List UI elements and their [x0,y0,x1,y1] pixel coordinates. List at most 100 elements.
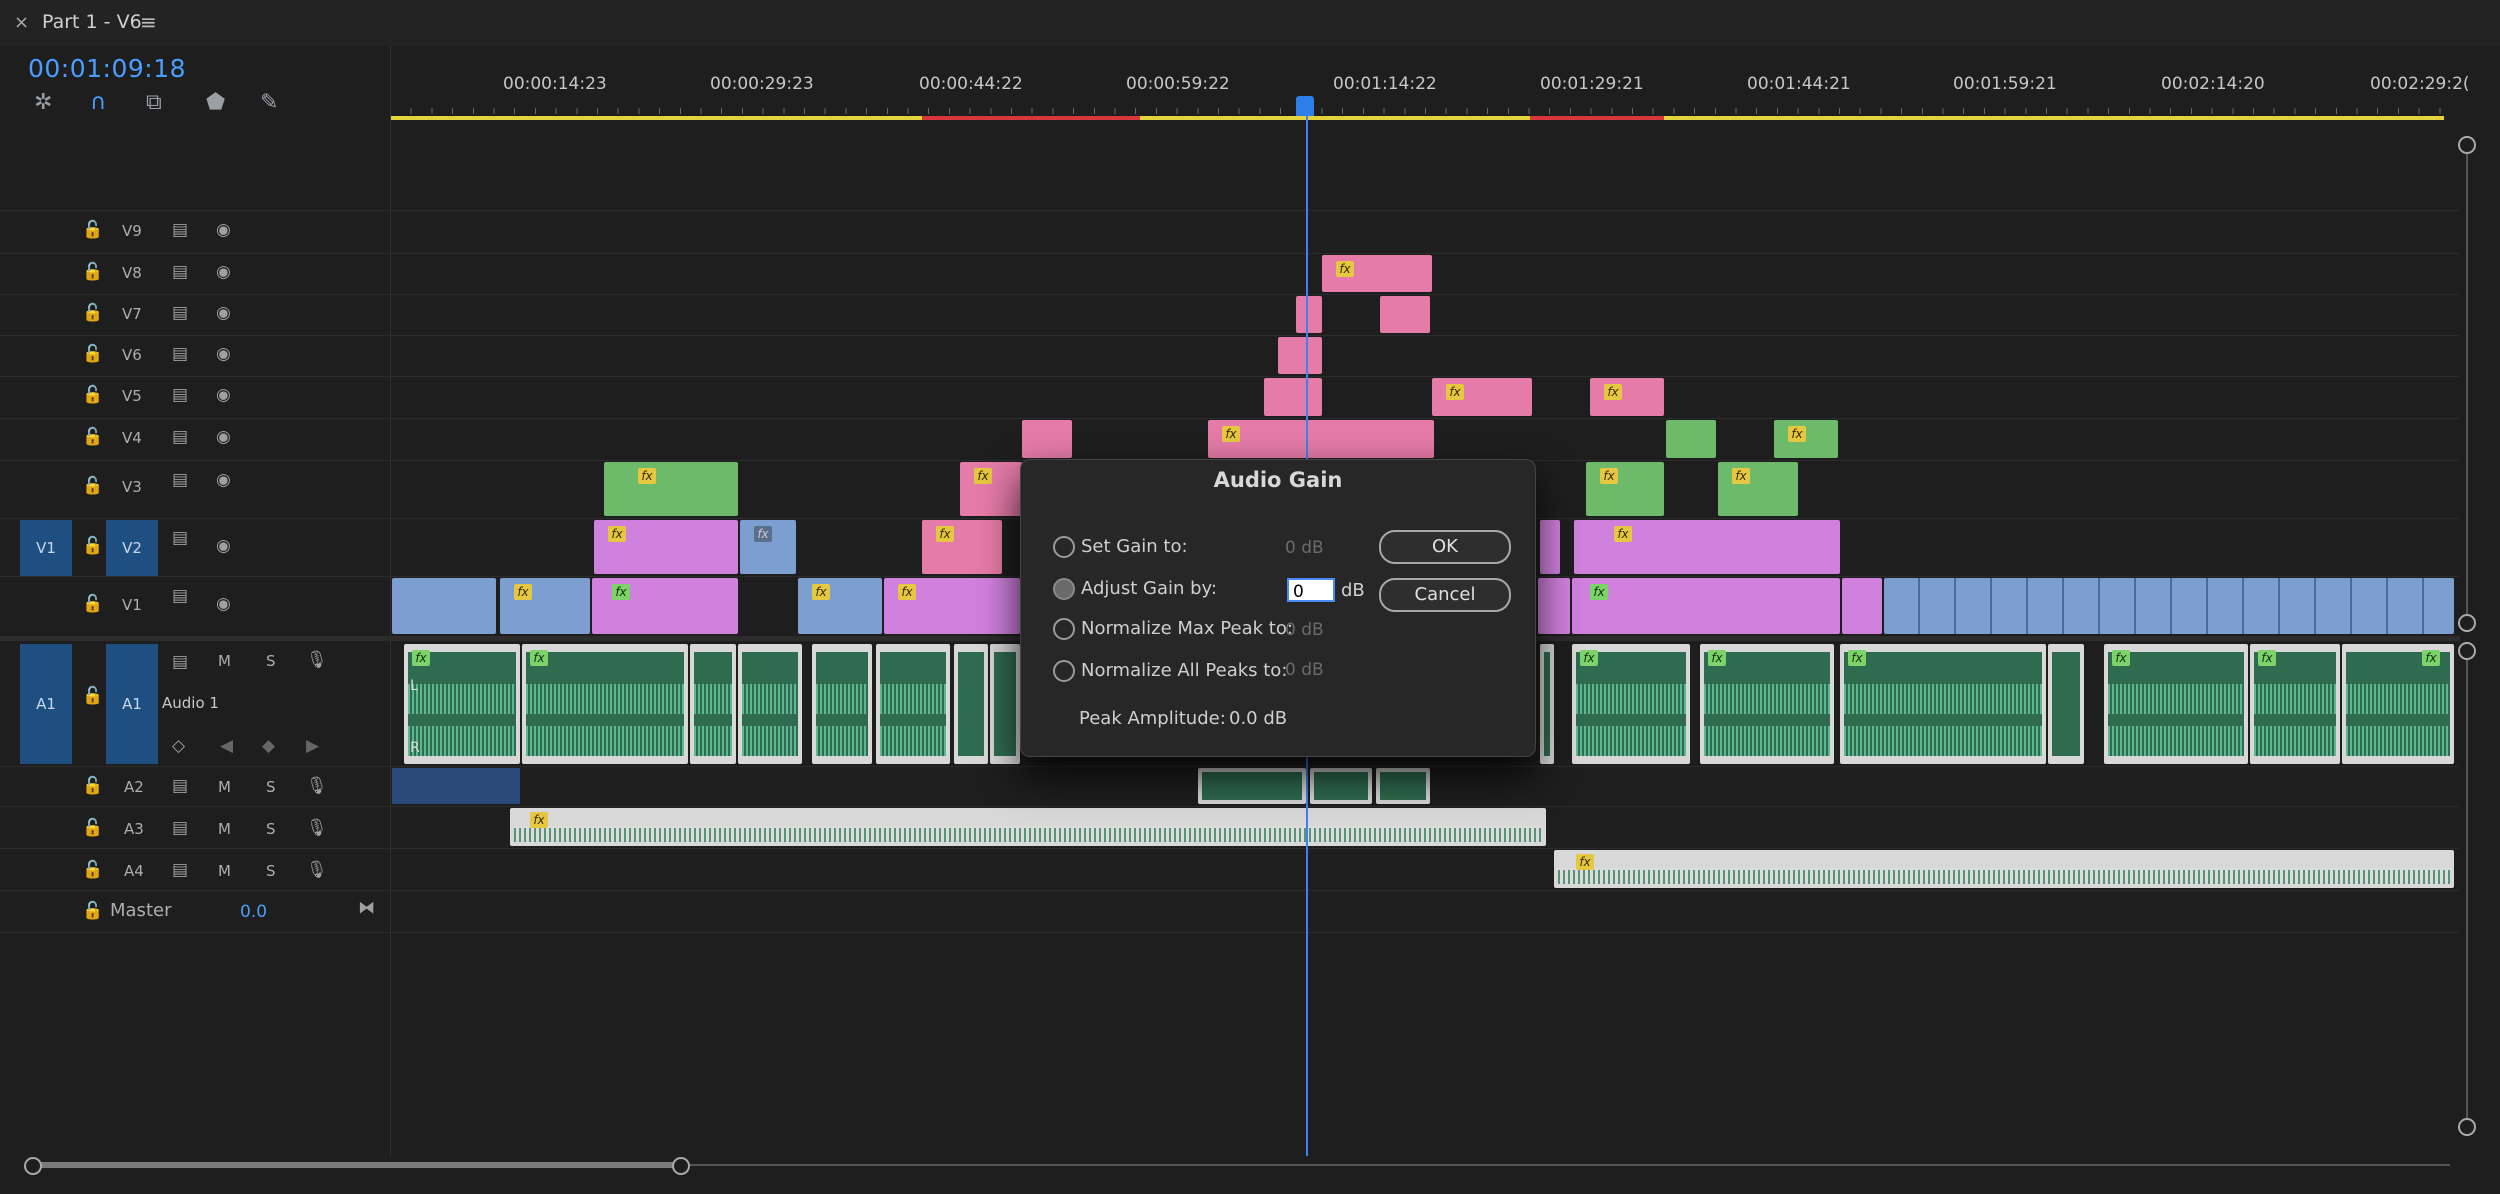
audio-clip[interactable]: fx [1840,644,2046,764]
eye-icon[interactable]: ◉ [216,262,231,282]
video-clip[interactable]: fx [884,578,1020,634]
source-patch-v1[interactable]: V1 [20,520,72,576]
sync-lock-icon[interactable]: ▤ [172,652,188,672]
normalize-max-peak-value[interactable]: 0 dB [1285,620,1324,640]
audio-clip[interactable] [738,644,802,764]
sync-lock-icon[interactable]: ▤ [172,586,188,606]
lock-icon[interactable]: 🔓 [82,427,103,447]
close-tab-icon[interactable]: × [14,12,29,33]
lock-icon[interactable]: 🔓 [82,476,103,496]
mute-button[interactable]: M [218,820,231,838]
voiceover-mic-icon[interactable]: 🎙 [306,860,328,880]
video-clip[interactable]: fx [1574,520,1840,574]
audio-clip[interactable] [954,644,988,764]
normalize-all-peaks-radio[interactable] [1053,660,1075,682]
snap-magnet-icon[interactable]: ∩ [90,90,106,115]
wrench-icon[interactable]: ✎ [260,90,278,115]
audio-clip[interactable]: fx [2342,644,2454,764]
lock-icon[interactable]: 🔓 [82,594,103,614]
audio-clip[interactable]: fx [2104,644,2248,764]
video-clip[interactable] [1538,578,1570,634]
track-name[interactable]: V3 [122,478,142,496]
add-keyframe-icon[interactable]: ◆ [262,736,275,756]
video-vertical-scrollbar[interactable] [2466,146,2468,620]
audio-clip-long[interactable]: fx [1554,850,2454,888]
eye-icon[interactable]: ◉ [216,427,231,447]
normalize-all-peaks-value[interactable]: 0 dB [1285,660,1324,680]
panel-menu-icon[interactable]: ≡ [140,10,157,34]
track-name[interactable]: V4 [122,429,142,447]
set-gain-value[interactable]: 0 dB [1285,538,1324,558]
adjust-gain-radio[interactable] [1053,578,1075,600]
sync-lock-icon[interactable]: ▤ [172,303,188,323]
video-clip-sequence[interactable] [1884,578,2454,634]
next-keyframe-icon[interactable]: ▶ [306,736,319,756]
zoom-handle-right[interactable] [672,1157,690,1175]
video-clip[interactable]: fx [1718,462,1798,516]
keyframe-toggle-icon[interactable]: ◇ [172,736,185,756]
scroll-knob-top[interactable] [2458,136,2476,154]
ok-button[interactable]: OK [1379,530,1511,564]
video-clip[interactable]: fx [592,578,738,634]
audio-clip[interactable] [1198,768,1306,804]
sync-lock-icon[interactable]: ▤ [172,860,188,880]
cancel-button[interactable]: Cancel [1379,578,1511,612]
track-name[interactable]: A4 [124,862,144,880]
eye-icon[interactable]: ◉ [216,303,231,323]
track-name[interactable]: V9 [122,222,142,240]
sync-lock-icon[interactable]: ▤ [172,818,188,838]
lock-icon[interactable]: 🔓 [82,818,103,838]
mute-button[interactable]: M [218,778,231,796]
marker-icon[interactable]: ⬟ [206,90,225,115]
mute-button[interactable]: M [218,652,231,670]
zoom-handle-left[interactable] [24,1157,42,1175]
video-clip[interactable]: fx [1774,420,1838,458]
audio-clip-selected[interactable] [392,768,520,804]
track-name[interactable]: A2 [124,778,144,796]
video-clip[interactable] [1380,296,1430,333]
playhead-timecode[interactable]: 00:01:09:18 [28,54,186,83]
video-clip[interactable]: fx [594,520,738,574]
prev-keyframe-icon[interactable]: ◀ [220,736,233,756]
track-name[interactable]: A3 [124,820,144,838]
video-clip[interactable]: fx [1572,578,1840,634]
scroll-knob-bottom[interactable] [2458,1118,2476,1136]
scroll-knob-top[interactable] [2458,642,2476,660]
solo-button[interactable]: S [266,820,276,838]
sync-lock-icon[interactable]: ▤ [172,385,188,405]
track-name[interactable]: V6 [122,346,142,364]
solo-button[interactable]: S [266,652,276,670]
video-clip[interactable]: fx [798,578,882,634]
video-clip[interactable] [1296,296,1322,333]
mute-button[interactable]: M [218,862,231,880]
nest-icon[interactable]: ✲ [34,90,52,115]
voiceover-mic-icon[interactable]: 🎙 [306,776,328,796]
video-clip[interactable] [1842,578,1882,634]
eye-icon[interactable]: ◉ [216,470,231,490]
normalize-max-peak-radio[interactable] [1053,618,1075,640]
sync-lock-icon[interactable]: ▤ [172,220,188,240]
lock-icon[interactable]: 🔓 [82,344,103,364]
voiceover-mic-icon[interactable]: 🎙 [306,650,328,670]
source-patch-a1[interactable]: A1 [20,644,72,764]
video-clip[interactable]: fx [1586,462,1664,516]
video-clip[interactable] [392,578,496,634]
audio-clip[interactable] [1540,644,1554,764]
eye-icon[interactable]: ◉ [216,594,231,614]
audio-clip[interactable] [1310,768,1372,804]
lock-icon[interactable]: 🔓 [82,860,103,880]
track-name[interactable]: V1 [122,596,142,614]
eye-icon[interactable]: ◉ [216,220,231,240]
track-name[interactable]: V5 [122,387,142,405]
eye-icon[interactable]: ◉ [216,385,231,405]
video-clip[interactable] [1666,420,1716,458]
audio-clip[interactable]: fx [404,644,520,764]
audio-clip-long[interactable]: fx [510,808,1546,846]
master-volume-value[interactable]: 0.0 [240,902,267,922]
lock-icon[interactable]: 🔓 [82,901,103,921]
track-name[interactable]: V8 [122,264,142,282]
sync-lock-icon[interactable]: ▤ [172,262,188,282]
lock-icon[interactable]: 🔓 [82,536,103,556]
video-clip[interactable]: fx [1432,378,1532,416]
eye-icon[interactable]: ◉ [216,344,231,364]
